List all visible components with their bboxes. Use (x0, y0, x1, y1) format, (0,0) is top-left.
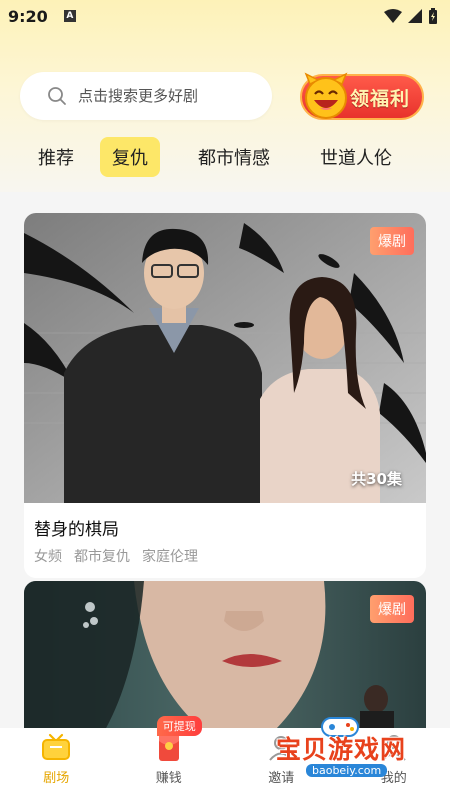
tab-urban-romance[interactable]: 都市情感 (186, 137, 282, 177)
nav-label: 剧场 (43, 771, 70, 786)
status-time: 9:20 (8, 6, 48, 26)
nav-earn[interactable]: 可提现 赚钱 (113, 716, 226, 800)
battery-icon (429, 8, 437, 24)
drama-info: 替身的棋局 女频 都市复仇 家庭伦理 (24, 503, 426, 578)
welfare-button[interactable]: 领福利 (300, 72, 424, 120)
welfare-label: 领福利 (349, 87, 410, 110)
search-bar[interactable] (20, 72, 272, 120)
episode-count: 共30集 (351, 470, 402, 488)
watermark-url: baobeiy.com (306, 764, 388, 777)
hot-badge: 爆剧 (370, 227, 414, 255)
drama-title[interactable]: 替身的棋局 (34, 515, 416, 540)
wifi-icon (384, 9, 402, 23)
withdrawable-badge: 可提现 (156, 716, 202, 736)
poster-image (24, 581, 426, 728)
drama-tag: 家庭伦理 (142, 549, 198, 565)
drama-poster[interactable]: 爆剧 (24, 581, 426, 728)
tv-icon (42, 733, 71, 760)
watermark-text: 宝贝游戏网 (276, 735, 407, 764)
drama-tags: 女频 都市复仇 家庭伦理 (34, 546, 416, 566)
signal-icon (408, 9, 422, 23)
search-icon (48, 87, 66, 105)
drama-list: 爆剧 共30集 替身的棋局 女频 都市复仇 家庭伦理 爆剧 (0, 192, 450, 728)
search-input[interactable] (78, 87, 258, 105)
drama-tag: 都市复仇 (74, 549, 130, 565)
tab-family-ethics[interactable]: 世道人伦 (308, 137, 404, 177)
tab-recommend[interactable]: 推荐 (26, 137, 86, 177)
laughing-face-icon (304, 72, 348, 119)
drama-poster[interactable]: 爆剧 共30集 (24, 213, 426, 503)
tab-revenge[interactable]: 复仇 (100, 137, 160, 177)
nav-label: 赚钱 (155, 771, 182, 786)
drama-card[interactable]: 爆剧 共30集 替身的棋局 女频 都市复仇 家庭伦理 (24, 213, 426, 578)
status-icons (384, 8, 438, 24)
nav-theater[interactable]: 剧场 (0, 728, 113, 800)
hot-badge: 爆剧 (370, 595, 414, 623)
drama-tag: 女频 (34, 549, 62, 565)
drama-card[interactable]: 爆剧 (24, 581, 426, 728)
poster-image (24, 213, 426, 503)
watermark: 宝贝游戏网 baobeiy.com (268, 717, 428, 788)
notification-icon: A (63, 10, 76, 22)
status-bar: 9:20 A (0, 0, 450, 32)
category-tabs: 推荐 复仇 都市情感 世道人伦 (0, 136, 450, 178)
